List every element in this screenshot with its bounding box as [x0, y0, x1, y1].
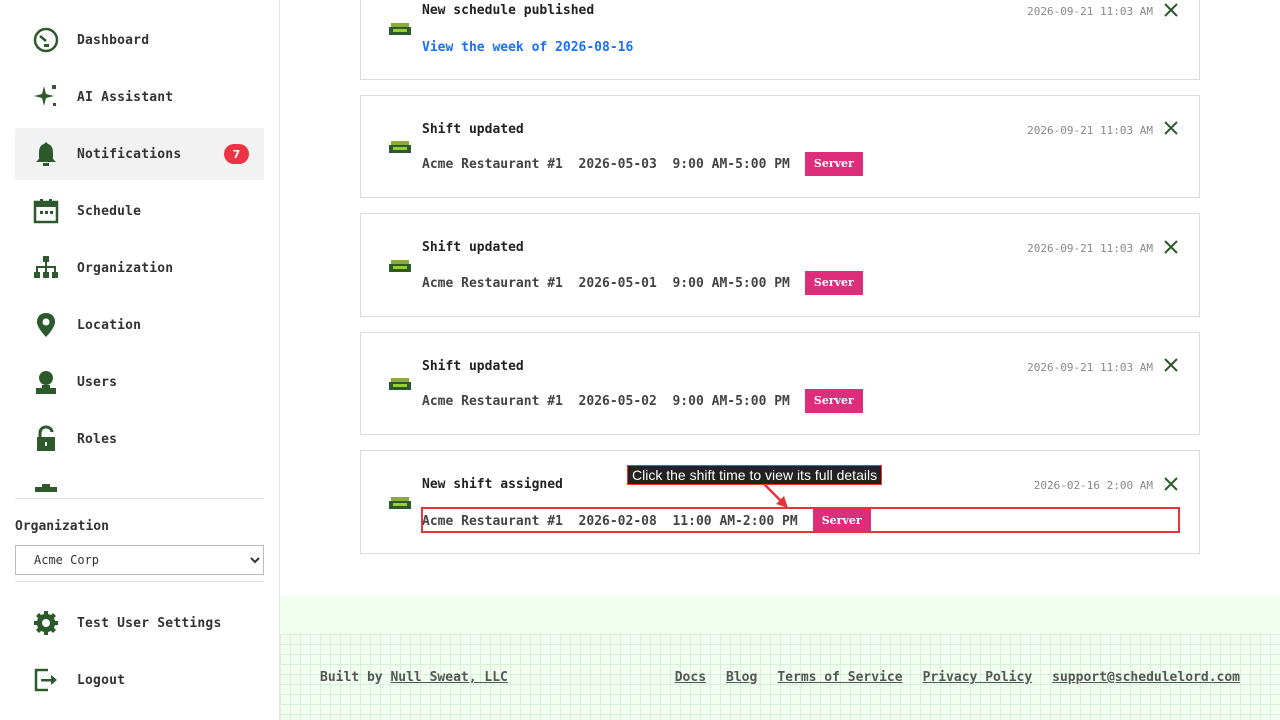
- avatar-icon: [389, 378, 411, 390]
- avatar-icon: [389, 141, 411, 153]
- close-icon[interactable]: [1163, 357, 1179, 373]
- footer-link-blog[interactable]: Blog: [726, 670, 757, 685]
- shift-details[interactable]: Acme Restaurant #1 2026-05-03 9:00 AM-5:…: [422, 152, 863, 176]
- avatar-icon: [389, 260, 411, 272]
- notification-title: Shift updated: [422, 122, 524, 137]
- avatar-icon: [389, 23, 411, 35]
- shift-location: Acme Restaurant #1: [422, 393, 563, 409]
- location-pin-icon: [30, 309, 62, 341]
- briefcase-icon: [30, 480, 62, 492]
- sidebar-item-test-user-settings[interactable]: Test User Settings: [15, 597, 264, 649]
- sidebar-item-label: Roles: [77, 431, 118, 447]
- bell-icon: [30, 138, 62, 170]
- sidebar-item-label: Dashboard: [77, 32, 150, 48]
- sidebar-item-organization[interactable]: Organization: [15, 242, 264, 294]
- role-tag: Server: [804, 389, 863, 413]
- footer-top-band: [280, 596, 1280, 634]
- gear-icon: [30, 607, 62, 639]
- notification-card: Shift updated 2026-09-21 11:03 AM Acme R…: [360, 213, 1200, 317]
- footer-link-privacy[interactable]: Privacy Policy: [923, 670, 1033, 685]
- footer-company-link[interactable]: Null Sweat, LLC: [390, 670, 507, 685]
- role-tag: Server: [804, 271, 863, 295]
- footer-link-docs[interactable]: Docs: [675, 670, 706, 685]
- callout-arrow-icon: [763, 483, 788, 508]
- sparkle-icon: [30, 81, 62, 113]
- shift-date: 2026-05-01: [578, 275, 657, 291]
- notification-card: Shift updated 2026-09-21 11:03 AM Acme R…: [360, 95, 1200, 198]
- sidebar-item-users[interactable]: Users: [15, 356, 264, 408]
- sidebar-bottom-nav: Test User Settings Logout: [15, 597, 264, 711]
- notification-title: Shift updated: [422, 240, 524, 255]
- footer: Built by Null Sweat, LLC Docs Blog Terms…: [280, 596, 1280, 720]
- shift-details[interactable]: Acme Restaurant #1 2026-05-02 9:00 AM-5:…: [422, 389, 863, 413]
- sidebar-item-label: Schedule: [77, 203, 142, 219]
- footer-link-terms[interactable]: Terms of Service: [777, 670, 902, 685]
- footer-link-support-email[interactable]: support@schedulelord.com: [1052, 670, 1240, 685]
- sidebar-item-ai-assistant[interactable]: AI Assistant: [15, 71, 264, 123]
- sidebar-item-location[interactable]: Location: [15, 299, 264, 351]
- notification-card: New schedule published 2026-09-21 11:03 …: [360, 0, 1200, 80]
- shift-date: 2026-05-03: [578, 156, 657, 172]
- sidebar-item-label: Users: [77, 374, 118, 390]
- notification-count-badge: 7: [224, 144, 249, 164]
- role-tag: Server: [804, 152, 863, 176]
- logout-icon: [30, 664, 62, 696]
- avatar-icon: [389, 497, 411, 509]
- sidebar-item-schedule[interactable]: Schedule: [15, 185, 264, 237]
- sidebar-item-label: Notifications: [77, 146, 182, 162]
- org-chart-icon: [30, 252, 62, 284]
- shift-date: 2026-05-02: [578, 393, 657, 409]
- notification-timestamp: 2026-09-21 11:03 AM: [1027, 242, 1153, 255]
- shift-time[interactable]: 9:00 AM-5:00 PM: [672, 157, 789, 172]
- footer-credit: Built by Null Sweat, LLC: [320, 670, 508, 685]
- sidebar-divider: [15, 581, 264, 582]
- sidebar-item-label: Organization: [77, 260, 174, 276]
- footer-links: Docs Blog Terms of Service Privacy Polic…: [675, 670, 1240, 685]
- highlight-box: [421, 507, 1180, 533]
- shift-time[interactable]: 9:00 AM-5:00 PM: [672, 276, 789, 291]
- shift-time[interactable]: 9:00 AM-5:00 PM: [672, 394, 789, 409]
- callout-tooltip: Click the shift time to view its full de…: [627, 465, 883, 485]
- sidebar-item-label: Logout: [77, 672, 126, 688]
- notification-timestamp: 2026-09-21 11:03 AM: [1027, 361, 1153, 374]
- notification-timestamp: 2026-09-21 11:03 AM: [1027, 5, 1153, 18]
- sidebar-item-label: Location: [77, 317, 142, 333]
- lock-icon: [30, 423, 62, 455]
- close-icon[interactable]: [1163, 239, 1179, 255]
- dashboard-icon: [30, 24, 62, 56]
- notification-card: Shift updated 2026-09-21 11:03 AM Acme R…: [360, 332, 1200, 435]
- calendar-icon: [30, 195, 62, 227]
- notification-timestamp: 2026-09-21 11:03 AM: [1027, 124, 1153, 137]
- close-icon[interactable]: [1163, 120, 1179, 136]
- footer-credit-prefix: Built by: [320, 670, 383, 685]
- shift-details[interactable]: Acme Restaurant #1 2026-05-01 9:00 AM-5:…: [422, 271, 863, 295]
- notification-timestamp: 2026-02-16 2:00 AM: [1033, 479, 1153, 492]
- organization-label: Organization: [15, 519, 109, 534]
- sidebar-item-label: Test User Settings: [77, 615, 222, 631]
- sidebar-item-logout[interactable]: Logout: [15, 654, 264, 706]
- organization-select[interactable]: Acme Corp: [15, 545, 264, 575]
- notification-title: New schedule published: [422, 3, 595, 18]
- sidebar-nav: Dashboard AI Assistant Notifications 7 S…: [15, 14, 264, 492]
- close-icon[interactable]: [1163, 476, 1179, 492]
- notification-title: New shift assigned: [422, 477, 563, 492]
- sidebar-item-notifications[interactable]: Notifications 7: [15, 128, 264, 180]
- close-icon[interactable]: [1163, 2, 1179, 18]
- shift-location: Acme Restaurant #1: [422, 156, 563, 172]
- notification-title: Shift updated: [422, 359, 524, 374]
- sidebar-divider: [15, 498, 264, 499]
- shift-location: Acme Restaurant #1: [422, 275, 563, 291]
- sidebar-item-partial[interactable]: [15, 470, 264, 492]
- sidebar-item-dashboard[interactable]: Dashboard: [15, 14, 264, 66]
- sidebar-item-roles[interactable]: Roles: [15, 413, 264, 465]
- sidebar: Dashboard AI Assistant Notifications 7 S…: [0, 0, 280, 720]
- user-icon: [30, 366, 62, 398]
- sidebar-item-label: AI Assistant: [77, 89, 174, 105]
- view-week-link[interactable]: View the week of 2026-08-16: [422, 40, 633, 55]
